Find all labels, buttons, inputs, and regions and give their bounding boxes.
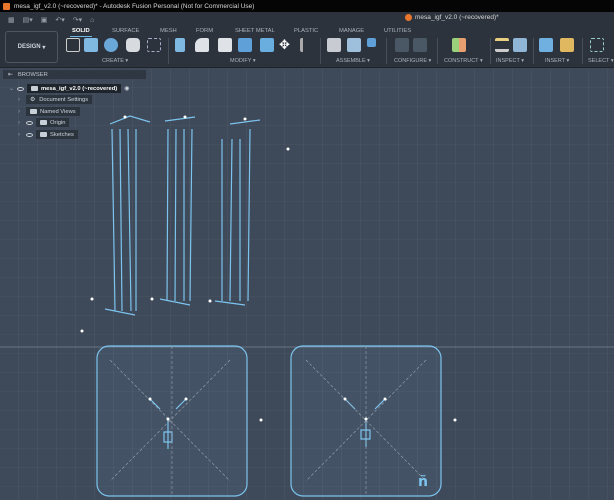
- item-label: Document Settings: [39, 96, 89, 103]
- as-built-joint-icon[interactable]: [367, 38, 376, 47]
- group-select[interactable]: SELECT ▾: [588, 58, 614, 64]
- document-icon: [405, 14, 412, 21]
- group-inspect[interactable]: INSPECT ▾: [496, 58, 524, 64]
- visibility-eye-icon[interactable]: [26, 120, 33, 125]
- browser-item-named-views[interactable]: › Named Views: [18, 107, 80, 116]
- chevron-right-icon[interactable]: ›: [18, 132, 26, 138]
- toolbar: DESIGN ▾ SOLID SURFACE MESH FORM SHEET M…: [0, 28, 614, 68]
- press-pull-icon[interactable]: [175, 38, 185, 52]
- browser-root[interactable]: ⌄ mesa_igf_v2.0 (~recovered) ◉: [9, 84, 129, 93]
- folder-icon: [40, 120, 47, 125]
- visibility-eye-icon[interactable]: [17, 86, 24, 91]
- group-label: MODIFY: [230, 58, 252, 64]
- group-label: CONSTRUCT: [444, 58, 479, 64]
- group-label: SELECT: [588, 58, 610, 64]
- collapse-handle-icon[interactable]: ⇤: [8, 72, 13, 78]
- chevron-right-icon[interactable]: ›: [18, 120, 26, 126]
- folder-icon: [40, 132, 47, 137]
- item-label: Origin: [50, 119, 66, 126]
- redo-icon[interactable]: ↷▾: [73, 16, 82, 24]
- group-assemble[interactable]: ASSEMBLE ▾: [336, 58, 370, 64]
- tab-manage[interactable]: MANAGE: [339, 28, 364, 34]
- new-component-icon[interactable]: [327, 38, 341, 52]
- radio-active-icon[interactable]: ◉: [124, 86, 129, 92]
- item-label: Named Views: [40, 108, 76, 115]
- insert-image-icon[interactable]: [539, 38, 553, 52]
- create-sketch-icon[interactable]: [66, 38, 80, 52]
- tab-plastic[interactable]: PLASTIC: [294, 28, 318, 34]
- browser-item-document-settings[interactable]: › ⚙ Document Settings: [18, 95, 93, 104]
- browser-title: BROWSER: [17, 71, 48, 78]
- folder-icon: [30, 109, 37, 114]
- group-label: CREATE: [102, 58, 124, 64]
- configure-icon[interactable]: [395, 38, 409, 52]
- group-construct[interactable]: CONSTRUCT ▾: [444, 58, 483, 64]
- window-title: mesa_igf_v2.0 (~recovered)* - Autodesk F…: [14, 2, 255, 10]
- browser-item-sketches[interactable]: › Sketches: [18, 130, 78, 139]
- insert-mesh-icon[interactable]: [560, 38, 574, 52]
- fusion-app-icon: [3, 2, 10, 10]
- align-icon[interactable]: [300, 38, 314, 52]
- measure-icon[interactable]: [495, 38, 509, 52]
- design-canvas[interactable]: ñ: [0, 69, 614, 500]
- joint-icon[interactable]: [347, 38, 361, 52]
- group-label: CONFIGURE: [394, 58, 427, 64]
- file-menu-icon[interactable]: ▤▾: [23, 16, 33, 24]
- move-icon[interactable]: ✥: [279, 38, 293, 52]
- tab-form[interactable]: FORM: [196, 28, 213, 34]
- group-create[interactable]: CREATE ▾: [102, 58, 128, 64]
- configure-table-icon[interactable]: [413, 38, 427, 52]
- browser-item-origin[interactable]: › Origin: [18, 118, 70, 127]
- tab-utilities[interactable]: UTILITIES: [384, 28, 411, 34]
- document-tab[interactable]: mesa_igf_v2.0 (~recovered)*: [405, 14, 499, 21]
- chevron-right-icon[interactable]: ›: [18, 109, 26, 115]
- fillet-icon[interactable]: [195, 38, 209, 52]
- gear-icon: ⚙: [30, 96, 36, 103]
- group-configure[interactable]: CONFIGURE ▾: [394, 58, 431, 64]
- shell-icon[interactable]: [218, 38, 232, 52]
- workspace-switcher[interactable]: DESIGN ▾: [5, 31, 58, 63]
- grid-menu-icon[interactable]: ▦: [8, 16, 15, 24]
- revolve-icon[interactable]: [104, 38, 118, 52]
- extrude-icon[interactable]: [84, 38, 98, 52]
- quick-access-bar: ▦ ▤▾ ▣ ↶▾ ↷▾ ⌂: [0, 12, 614, 28]
- split-icon[interactable]: [260, 38, 274, 52]
- offset-plane-icon[interactable]: [452, 38, 466, 52]
- home-icon[interactable]: ⌂: [90, 17, 94, 24]
- title-bar: mesa_igf_v2.0 (~recovered)* - Autodesk F…: [0, 0, 614, 12]
- tab-mesh[interactable]: MESH: [160, 28, 177, 34]
- tab-solid[interactable]: SOLID: [70, 28, 92, 37]
- document-icon: [31, 86, 38, 91]
- group-label: INSERT: [545, 58, 565, 64]
- item-label: Sketches: [50, 131, 74, 138]
- save-icon[interactable]: ▣: [41, 16, 48, 24]
- chevron-down-icon[interactable]: ⌄: [9, 85, 17, 92]
- workspace-label: DESIGN: [17, 44, 41, 50]
- browser-panel-header[interactable]: ⇤ BROWSER: [3, 70, 146, 79]
- interference-icon[interactable]: [513, 38, 527, 52]
- combine-icon[interactable]: [238, 38, 252, 52]
- pattern-icon[interactable]: [147, 38, 161, 52]
- chevron-right-icon[interactable]: ›: [18, 97, 26, 103]
- group-insert[interactable]: INSERT ▾: [545, 58, 569, 64]
- group-label: ASSEMBLE: [336, 58, 366, 64]
- group-label: INSPECT: [496, 58, 520, 64]
- select-icon[interactable]: [590, 38, 604, 52]
- tab-surface[interactable]: SURFACE: [112, 28, 139, 34]
- document-tab-label: mesa_igf_v2.0 (~recovered)*: [415, 14, 499, 21]
- hole-icon[interactable]: [126, 38, 140, 52]
- undo-icon[interactable]: ↶▾: [55, 16, 64, 24]
- tab-sheet-metal[interactable]: SHEET METAL: [235, 28, 275, 34]
- group-modify[interactable]: MODIFY ▾: [230, 58, 256, 64]
- root-label: mesa_igf_v2.0 (~recovered): [41, 85, 118, 92]
- canvas-glyph: ñ: [418, 474, 428, 490]
- visibility-eye-icon[interactable]: [26, 132, 33, 137]
